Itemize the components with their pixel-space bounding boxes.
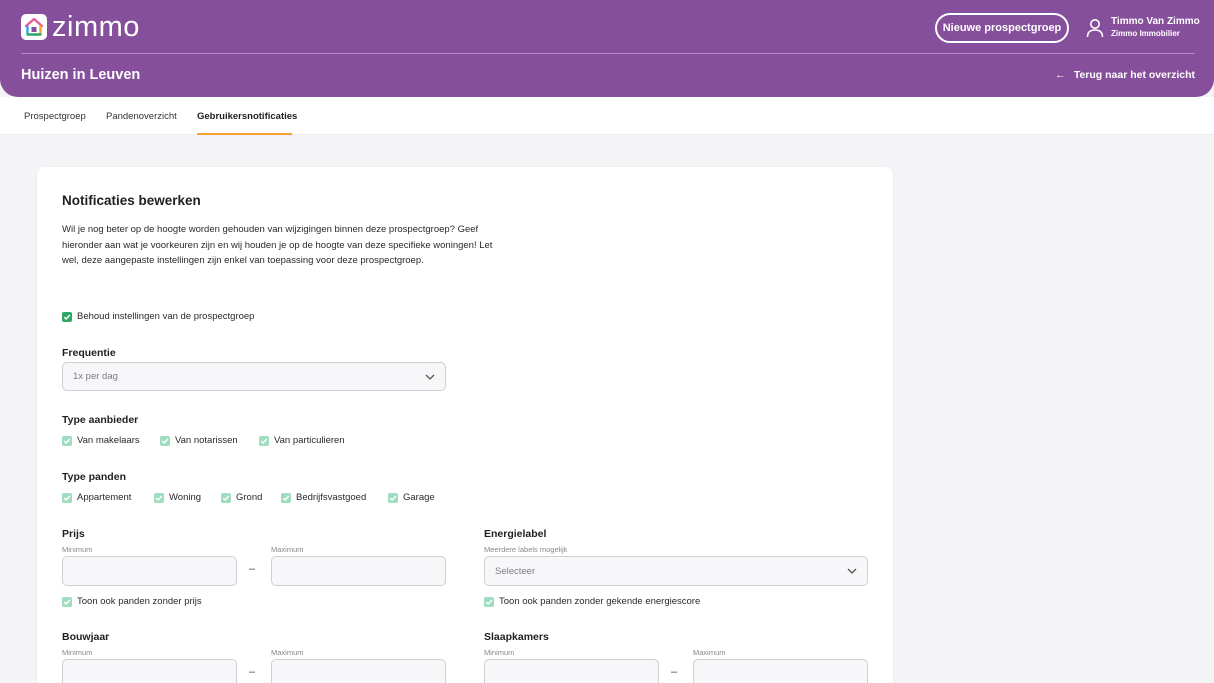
bedrooms-min-label: Minimum bbox=[484, 648, 515, 657]
keep-settings-checkbox[interactable]: Behoud instellingen van de prospectgroep bbox=[62, 311, 254, 322]
tab-gebruikersnotificaties[interactable]: Gebruikersnotificaties bbox=[197, 111, 297, 135]
chevron-down-icon bbox=[425, 374, 435, 380]
property-type-label-text: Grond bbox=[236, 492, 263, 503]
property-type-label-text: Garage bbox=[403, 492, 435, 503]
checkbox-checked-icon bbox=[62, 311, 72, 322]
bedrooms-max-input[interactable] bbox=[693, 659, 868, 683]
show-no-price-checkbox[interactable]: Toon ook panden zonder prijs bbox=[62, 596, 202, 607]
frequency-label: Frequentie bbox=[62, 347, 116, 359]
price-min-label: Minimum bbox=[62, 545, 93, 554]
tab-pandenoverzicht[interactable]: Pandenoverzicht bbox=[106, 111, 177, 135]
arrow-left-icon: ← bbox=[1054, 69, 1066, 81]
intro-text: Wil je nog beter op de hoogte worden geh… bbox=[62, 224, 493, 266]
new-prospect-group-button[interactable]: Nieuwe prospectgroep bbox=[935, 13, 1069, 43]
frequency-select[interactable]: 1x per dag bbox=[62, 362, 446, 391]
app-header: zimmo Nieuwe prospectgroep Timmo Van Zim… bbox=[0, 0, 1214, 97]
checkbox-checked-icon bbox=[154, 492, 164, 503]
logo-text: zimmo bbox=[52, 11, 140, 43]
provider-particulieren-checkbox[interactable]: Van particulieren bbox=[259, 435, 345, 446]
property-woning-checkbox[interactable]: Woning bbox=[154, 492, 201, 503]
show-no-price-label: Toon ook panden zonder prijs bbox=[77, 596, 202, 607]
provider-label: Van makelaars bbox=[77, 435, 140, 446]
provider-type-label: Type aanbieder bbox=[62, 414, 139, 426]
zimmo-logo[interactable]: zimmo bbox=[21, 11, 140, 43]
property-type-label-text: Woning bbox=[169, 492, 202, 503]
card-title: Notificaties bewerken bbox=[62, 193, 201, 208]
notification-settings-card: Notificaties bewerken Wil je nog beter o… bbox=[37, 167, 893, 683]
price-min-input[interactable] bbox=[62, 556, 237, 586]
tab-prospectgroep[interactable]: Prospectgroep bbox=[24, 111, 86, 135]
construction-year-label: Bouwjaar bbox=[62, 631, 110, 643]
price-max-input[interactable] bbox=[271, 556, 446, 586]
keep-settings-label: Behoud instellingen van de prospectgroep bbox=[77, 311, 255, 322]
header-divider bbox=[21, 53, 1195, 54]
checkbox-checked-icon bbox=[62, 492, 72, 503]
energy-label-title: Energielabel bbox=[484, 528, 547, 540]
back-to-overview-link[interactable]: ← Terug naar het overzicht bbox=[1055, 69, 1195, 81]
back-link-label: Terug naar het overzicht bbox=[1073, 69, 1195, 81]
checkbox-checked-icon bbox=[62, 596, 72, 607]
property-bedrijfsvastgoed-checkbox[interactable]: Bedrijfsvastgoed bbox=[281, 492, 366, 503]
property-garage-checkbox[interactable]: Garage bbox=[388, 492, 435, 503]
frequency-value: 1x per dag bbox=[73, 371, 118, 382]
checkbox-checked-icon bbox=[160, 435, 170, 446]
checkbox-checked-icon bbox=[281, 492, 291, 503]
bedrooms-max-label: Maximum bbox=[693, 648, 726, 657]
provider-makelaars-checkbox[interactable]: Van makelaars bbox=[62, 435, 140, 446]
show-no-energy-score-label: Toon ook panden zonder gekende energiesc… bbox=[499, 596, 701, 607]
price-range-dash: – bbox=[249, 563, 256, 575]
energy-label-hint: Meerdere labels mogelijk bbox=[484, 545, 568, 554]
checkbox-checked-icon bbox=[484, 596, 494, 607]
year-max-label: Maximum bbox=[271, 648, 304, 657]
logo-mark-icon bbox=[21, 14, 47, 40]
user-icon bbox=[1086, 19, 1104, 38]
user-company: Zimmo Immobilier bbox=[1111, 29, 1180, 38]
show-no-energy-score-checkbox[interactable]: Toon ook panden zonder gekende energiesc… bbox=[484, 596, 700, 607]
property-type-label: Type panden bbox=[62, 471, 126, 483]
user-menu[interactable]: Timmo Van Zimmo Zimmo Immobilier bbox=[1086, 16, 1200, 40]
property-appartement-checkbox[interactable]: Appartement bbox=[62, 492, 131, 503]
checkbox-checked-icon bbox=[259, 435, 269, 446]
year-max-input[interactable] bbox=[271, 659, 446, 683]
tab-bar: Prospectgroep Pandenoverzicht Gebruikers… bbox=[0, 97, 1214, 135]
bedrooms-min-input[interactable] bbox=[484, 659, 659, 683]
checkbox-checked-icon bbox=[388, 492, 398, 503]
year-range-dash: – bbox=[249, 666, 256, 678]
checkbox-checked-icon bbox=[62, 435, 72, 446]
chevron-down-icon bbox=[847, 568, 857, 574]
year-min-input[interactable] bbox=[62, 659, 237, 683]
provider-label: Van particulieren bbox=[274, 435, 345, 446]
bedrooms-label: Slaapkamers bbox=[484, 631, 549, 643]
provider-label: Van notarissen bbox=[175, 435, 238, 446]
price-label: Prijs bbox=[62, 528, 85, 540]
property-type-label-text: Bedrijfsvastgoed bbox=[296, 492, 367, 503]
page-title: Huizen in Leuven bbox=[21, 67, 141, 83]
bedrooms-range-dash: – bbox=[671, 666, 678, 678]
provider-notarissen-checkbox[interactable]: Van notarissen bbox=[160, 435, 238, 446]
energy-label-select[interactable]: Selecteer bbox=[484, 556, 868, 586]
user-name: Timmo Van Zimmo bbox=[1111, 16, 1200, 27]
year-min-label: Minimum bbox=[62, 648, 93, 657]
property-grond-checkbox[interactable]: Grond bbox=[221, 492, 262, 503]
energy-label-placeholder: Selecteer bbox=[495, 565, 536, 577]
price-max-label: Maximum bbox=[271, 545, 304, 554]
property-type-label-text: Appartement bbox=[77, 492, 132, 503]
checkbox-checked-icon bbox=[221, 492, 231, 503]
